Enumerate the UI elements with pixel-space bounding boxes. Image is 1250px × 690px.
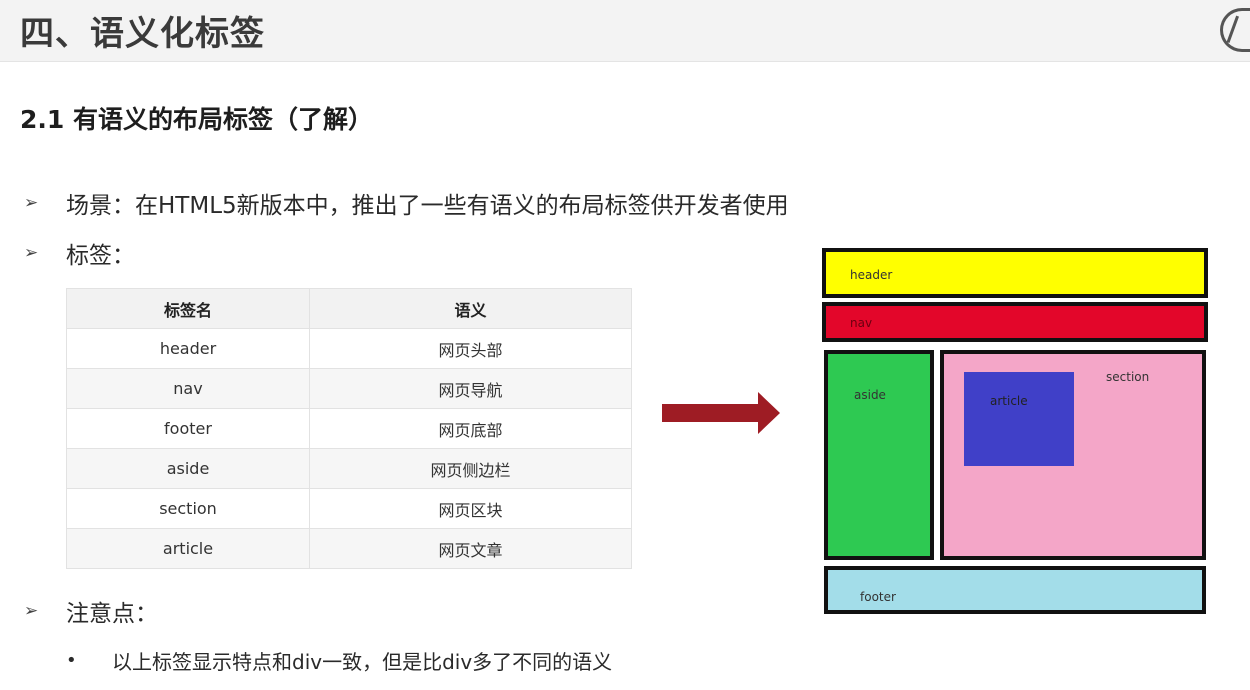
table-cell-meaning: 网页文章 xyxy=(309,528,632,569)
table-row: header 网页头部 xyxy=(66,328,632,369)
title-bar: 四、语义化标签 xyxy=(0,0,1250,62)
bullet-arrow-icon: ➢ xyxy=(24,601,39,621)
table-header-tag: 标签名 xyxy=(66,288,310,329)
diagram-article-box: article xyxy=(964,372,1074,466)
right-arrow-icon xyxy=(662,392,780,434)
bullet-arrow-icon: ➢ xyxy=(24,193,39,213)
diagram-aside-box: aside xyxy=(824,350,934,560)
table-cell-meaning: 网页头部 xyxy=(309,328,632,369)
table-header-meaning: 语义 xyxy=(309,288,632,329)
bullet-dot-icon: • xyxy=(66,650,77,671)
diagram-footer-box: footer xyxy=(824,566,1206,614)
table-row: article 网页文章 xyxy=(66,528,632,569)
table-row: footer 网页底部 xyxy=(66,408,632,449)
table-cell-tag: article xyxy=(66,528,310,569)
sub-bullet-note: • 以上标签显示特点和div一致，但是比div多了不同的语义 xyxy=(66,646,612,675)
section-heading: 2.1 有语义的布局标签（了解） xyxy=(20,105,373,134)
table-header-row: 标签名 语义 xyxy=(66,288,632,329)
table-cell-tag: aside xyxy=(66,448,310,489)
bullet-note-text: 注意点： xyxy=(66,601,158,627)
bullet-arrow-icon: ➢ xyxy=(24,243,39,263)
semantic-tags-table: 标签名 语义 header 网页头部 nav 网页导航 footer 网页底部 … xyxy=(66,288,632,569)
table-cell-tag: nav xyxy=(66,368,310,409)
table-cell-tag: header xyxy=(66,328,310,369)
diagram-section-label: section xyxy=(1106,370,1150,384)
bullet-scene: ➢ 场景：在HTML5新版本中，推出了一些有语义的布局标签供开发者使用 xyxy=(24,186,789,220)
diagram-article-label: article xyxy=(990,394,1028,408)
bullet-tags-text: 标签： xyxy=(66,243,135,269)
table-cell-tag: footer xyxy=(66,408,310,449)
diagram-header-box: header xyxy=(822,248,1208,298)
table-cell-meaning: 网页侧边栏 xyxy=(309,448,632,489)
diagram-footer-label: footer xyxy=(860,590,896,604)
table-cell-meaning: 网页导航 xyxy=(309,368,632,409)
page-title: 四、语义化标签 xyxy=(20,14,265,54)
diagram-section-box: section article xyxy=(940,350,1206,560)
bullet-note: ➢ 注意点： xyxy=(24,594,158,628)
bullet-tags: ➢ 标签： xyxy=(24,236,135,270)
diagram-aside-label: aside xyxy=(854,388,886,402)
sub-bullet-note-text: 以上标签显示特点和div一致，但是比div多了不同的语义 xyxy=(112,650,613,674)
table-cell-tag: section xyxy=(66,488,310,529)
corner-logo-icon xyxy=(1220,8,1250,52)
table-cell-meaning: 网页区块 xyxy=(309,488,632,529)
diagram-nav-box: nav xyxy=(822,302,1208,342)
table-cell-meaning: 网页底部 xyxy=(309,408,632,449)
table-row: aside 网页侧边栏 xyxy=(66,448,632,489)
diagram-nav-label: nav xyxy=(850,316,873,330)
table-row: section 网页区块 xyxy=(66,488,632,529)
diagram-header-label: header xyxy=(850,268,893,282)
bullet-scene-text: 场景：在HTML5新版本中，推出了一些有语义的布局标签供开发者使用 xyxy=(66,193,789,219)
layout-diagram: header nav aside section article footer xyxy=(822,248,1210,618)
table-row: nav 网页导航 xyxy=(66,368,632,409)
